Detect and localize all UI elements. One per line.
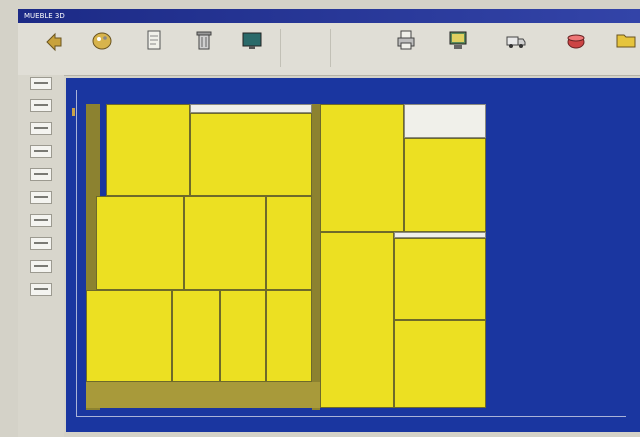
cabinet-panel[interactable]: [320, 104, 404, 232]
scale-marker: [72, 108, 75, 116]
cup-icon: [567, 34, 585, 49]
cabinet-panel[interactable]: [96, 196, 184, 290]
window-title: MUEBLE 3D: [24, 12, 65, 20]
truck-icon: [506, 36, 526, 48]
back-icon: [46, 32, 62, 52]
cabinet-panel[interactable]: [266, 290, 312, 382]
sidebar-tool-button[interactable]: [30, 283, 52, 296]
printer-button[interactable]: [388, 26, 424, 70]
cabinet-panel[interactable]: [394, 238, 486, 320]
monitor-button[interactable]: [234, 26, 270, 70]
document-icon: [147, 30, 161, 50]
window-title-bar: MUEBLE 3D: [18, 9, 640, 23]
folder-icon: [616, 34, 636, 48]
sidebar-tool-button[interactable]: [30, 122, 52, 135]
cabinet-panel[interactable]: [404, 138, 486, 232]
toolbar-separator: [330, 29, 331, 67]
blank-icon: [293, 28, 315, 52]
sidebar-tool-button[interactable]: [30, 145, 52, 158]
screen-icon: [449, 31, 467, 49]
cabinet-panel[interactable]: [394, 320, 486, 408]
monitor-icon: [242, 32, 262, 49]
sidebar-tool-button[interactable]: [30, 260, 52, 273]
shelf-edge: [190, 104, 312, 113]
sidebar-tool-button[interactable]: [30, 191, 52, 204]
toolbar-button-blank-1[interactable]: [286, 26, 322, 70]
sidebar-tool-button[interactable]: [30, 237, 52, 250]
cabinet-plinth: [86, 382, 320, 408]
cabinet-panel[interactable]: [266, 196, 312, 290]
sidebar-tool-button[interactable]: [30, 99, 52, 112]
sidebar-tool-button[interactable]: [30, 214, 52, 227]
document-button[interactable]: [136, 26, 172, 70]
cabinet-panel[interactable]: [106, 104, 190, 196]
sidebar-tool-button[interactable]: [30, 77, 52, 90]
sidebar-tool-button[interactable]: [30, 168, 52, 181]
folder-button[interactable]: [608, 26, 640, 70]
toolbar-separator: [280, 29, 281, 67]
vertical-axis: [76, 90, 77, 416]
horizontal-axis: [76, 416, 626, 417]
cabinet-panel[interactable]: [220, 290, 266, 382]
printer-icon: [397, 30, 415, 50]
trash-button[interactable]: [186, 26, 222, 70]
toolbar-button-blank-2[interactable]: [336, 26, 372, 70]
cabinet-panel[interactable]: [86, 290, 172, 382]
cup-button[interactable]: [558, 26, 594, 70]
open-shelf: [404, 104, 486, 138]
trash-icon: [196, 31, 212, 50]
palette-button[interactable]: [84, 26, 120, 70]
back-button[interactable]: [36, 26, 72, 70]
truck-button[interactable]: [498, 26, 534, 70]
palette-icon: [92, 32, 112, 50]
design-canvas[interactable]: [66, 78, 640, 432]
tool-sidebar: [18, 75, 64, 437]
blank-icon: [343, 28, 365, 52]
cabinet-panel[interactable]: [172, 290, 220, 382]
cabinet-panel[interactable]: [320, 232, 394, 408]
cabinet-panel[interactable]: [190, 113, 312, 196]
toolbar: [18, 23, 640, 76]
cabinet-divider-shadow: [312, 104, 320, 410]
screen-button[interactable]: [440, 26, 476, 70]
cabinet-panel[interactable]: [184, 196, 266, 290]
